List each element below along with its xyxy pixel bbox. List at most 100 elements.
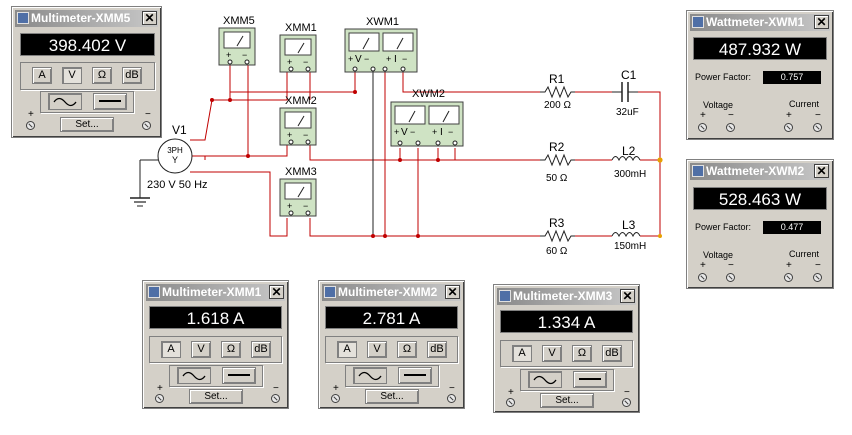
title-bar[interactable]: Wattmeter-XWM1: [690, 14, 830, 31]
decibel-mode-button[interactable]: dB: [122, 67, 142, 84]
dc-mode-button[interactable]: [222, 367, 256, 384]
wattmeter-window-xwm2[interactable]: Wattmeter-XWM2 ✕ 528.463 W Power Factor:…: [686, 159, 834, 289]
positive-terminal[interactable]: [331, 394, 340, 403]
svg-text:L3: L3: [622, 218, 636, 232]
window-title: Multimeter-XMM1: [162, 285, 262, 299]
multimeter-window-xmm1[interactable]: Multimeter-XMM1 ✕ 1.618 A A V Ω dB + − S…: [142, 280, 289, 409]
svg-text:+: +: [226, 50, 231, 60]
svg-text:L2: L2: [622, 144, 636, 158]
decibel-mode-button[interactable]: dB: [251, 341, 271, 358]
decibel-mode-button[interactable]: dB: [427, 341, 447, 358]
ammeter-mode-button[interactable]: A: [337, 341, 357, 358]
close-button[interactable]: ✕: [142, 11, 157, 25]
positive-terminal[interactable]: [506, 398, 515, 407]
svg-text:V: V: [355, 54, 362, 65]
resistor-r3[interactable]: R3 60 Ω: [540, 216, 575, 257]
current-positive-terminal[interactable]: [784, 273, 793, 282]
ohmmeter-mode-button[interactable]: Ω: [397, 341, 417, 358]
settings-button[interactable]: Set...: [60, 117, 114, 132]
settings-button[interactable]: Set...: [189, 389, 243, 404]
xwm1-instrument[interactable]: XWM1 + V − + I −: [344, 16, 418, 73]
xmm3-instrument[interactable]: XMM3 + −: [279, 166, 317, 217]
title-bar[interactable]: Multimeter-XMM2: [322, 284, 461, 301]
positive-terminal-label: +: [157, 383, 163, 394]
dc-line-icon: [579, 378, 601, 380]
multimeter-window-xmm3[interactable]: Multimeter-XMM3 ✕ 1.334 A A V Ω dB + − S…: [493, 284, 640, 413]
xmm2-instrument[interactable]: XMM2 + −: [279, 95, 317, 146]
voltmeter-mode-button[interactable]: V: [191, 341, 211, 358]
voltage-positive-terminal[interactable]: [698, 123, 707, 132]
current-positive-terminal[interactable]: [784, 123, 793, 132]
positive-terminal[interactable]: [26, 121, 35, 130]
dc-line-icon: [99, 100, 121, 102]
negative-terminal[interactable]: [622, 398, 631, 407]
capacitor-c1[interactable]: C1 32uF: [612, 68, 639, 118]
voltage-negative-terminal[interactable]: [726, 273, 735, 282]
ac-mode-button[interactable]: [48, 93, 82, 110]
close-button[interactable]: ✕: [814, 15, 829, 29]
svg-text:−: −: [303, 130, 308, 140]
multimeter-window-xmm2[interactable]: Multimeter-XMM2 ✕ 2.781 A A V Ω dB + − S…: [318, 280, 465, 409]
svg-text:300mH: 300mH: [614, 169, 646, 180]
positive-terminal[interactable]: [155, 394, 164, 403]
source-name-label: V1: [172, 123, 187, 137]
settings-button[interactable]: Set...: [365, 389, 419, 404]
current-negative-terminal[interactable]: [813, 123, 822, 132]
xmm3-label: XMM3: [285, 166, 317, 178]
title-bar[interactable]: Multimeter-XMM3: [497, 288, 636, 305]
voltage-negative-terminal[interactable]: [726, 123, 735, 132]
negative-terminal[interactable]: [142, 121, 151, 130]
voltage-positive-terminal[interactable]: [698, 273, 707, 282]
svg-text:+: +: [287, 57, 292, 67]
dc-mode-button[interactable]: [573, 371, 607, 388]
title-bar[interactable]: Multimeter-XMM5: [15, 10, 158, 27]
wattmeter-window-xwm1[interactable]: Wattmeter-XWM1 ✕ 487.932 W Power Factor:…: [686, 10, 834, 140]
resistor-r1[interactable]: R1 200 Ω: [540, 72, 575, 111]
multimeter-window-xmm5[interactable]: Multimeter-XMM5 ✕ 398.402 V A V Ω dB + −…: [11, 6, 162, 138]
negative-terminal[interactable]: [271, 394, 280, 403]
xmm1-instrument[interactable]: XMM1 + −: [279, 22, 317, 73]
svg-text:200 Ω: 200 Ω: [544, 100, 571, 111]
current-negative-terminal[interactable]: [813, 273, 822, 282]
close-button[interactable]: ✕: [445, 285, 460, 299]
svg-text:R3: R3: [549, 216, 565, 230]
close-button[interactable]: ✕: [269, 285, 284, 299]
inductor-l2[interactable]: L2 300mH: [611, 144, 646, 180]
voltmeter-mode-button[interactable]: V: [542, 345, 562, 362]
svg-text:C1: C1: [621, 68, 637, 82]
resistor-r2[interactable]: R2 50 Ω: [540, 140, 575, 184]
xmm2-label: XMM2: [285, 95, 317, 107]
title-bar[interactable]: Wattmeter-XWM2: [690, 163, 830, 180]
voltmeter-mode-button[interactable]: V: [62, 67, 82, 84]
ac-mode-button[interactable]: [528, 371, 562, 388]
negative-terminal[interactable]: [447, 394, 456, 403]
inductor-l3[interactable]: L3 150mH: [611, 218, 646, 252]
xwm1-label: XWM1: [366, 16, 399, 28]
settings-button[interactable]: Set...: [540, 393, 594, 408]
positive-terminal-label: +: [508, 387, 514, 398]
svg-text:60 Ω: 60 Ω: [546, 246, 568, 257]
ammeter-mode-button[interactable]: A: [512, 345, 532, 362]
ac-mode-button[interactable]: [353, 367, 387, 384]
ammeter-mode-button[interactable]: A: [161, 341, 181, 358]
ohmmeter-mode-button[interactable]: Ω: [92, 67, 112, 84]
dc-mode-button[interactable]: [93, 93, 127, 110]
title-bar[interactable]: Multimeter-XMM1: [146, 284, 285, 301]
ohmmeter-mode-button[interactable]: Ω: [221, 341, 241, 358]
voltage-minus-label: −: [728, 110, 734, 121]
xmm5-instrument[interactable]: XMM5 + −: [218, 15, 256, 66]
close-button[interactable]: ✕: [620, 289, 635, 303]
svg-text:−: −: [448, 127, 453, 137]
xwm2-instrument[interactable]: XWM2 + V − + I −: [390, 88, 464, 147]
sine-wave-icon: [358, 371, 382, 381]
ac-mode-button[interactable]: [177, 367, 211, 384]
power-reading-display: 528.463 W: [693, 187, 827, 210]
close-button[interactable]: ✕: [814, 164, 829, 178]
svg-text:50 Ω: 50 Ω: [546, 173, 568, 184]
decibel-mode-button[interactable]: dB: [602, 345, 622, 362]
power-factor-label: Power Factor:: [695, 222, 752, 232]
ohmmeter-mode-button[interactable]: Ω: [572, 345, 592, 362]
voltmeter-mode-button[interactable]: V: [367, 341, 387, 358]
ammeter-mode-button[interactable]: A: [32, 67, 52, 84]
dc-mode-button[interactable]: [398, 367, 432, 384]
